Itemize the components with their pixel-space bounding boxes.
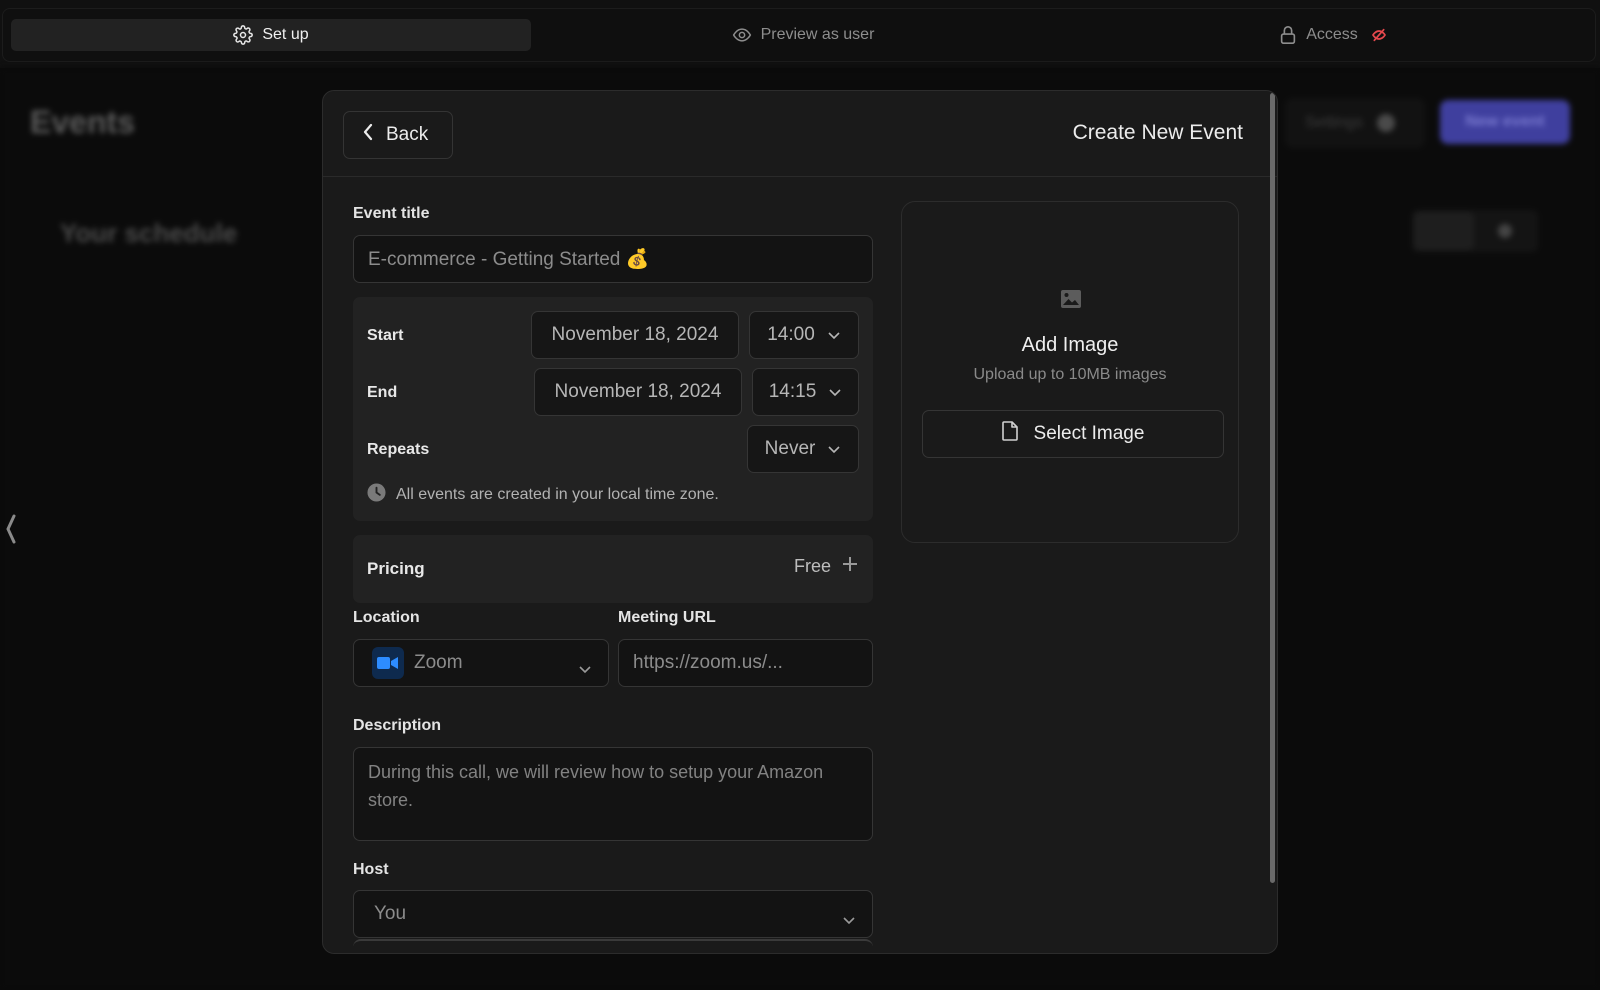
chevron-left-icon: [362, 123, 374, 147]
top-bar: Set up Preview as user Access: [0, 0, 1600, 68]
upload-limit-note: Upload up to 10MB images: [973, 366, 1167, 383]
page-title: Events: [30, 104, 135, 140]
schedule-section: Start November 18, 2024 14:00 End Novemb…: [353, 297, 873, 521]
repeats-value: Never: [764, 438, 816, 459]
next-field-edge: [353, 939, 873, 953]
plus-icon: [841, 555, 859, 578]
add-image-card: Add Image Upload up to 10MB images Selec…: [901, 201, 1239, 543]
view-toggle: [1412, 210, 1538, 252]
eye-icon: [732, 25, 752, 45]
add-image-title: Add Image: [1021, 334, 1119, 356]
modal-title: Create New Event: [1072, 121, 1243, 144]
chevron-down-icon: [828, 381, 842, 403]
event-title-placeholder: E-commerce - Getting Started 💰: [368, 249, 650, 270]
view-toggle-option: [1414, 212, 1474, 250]
start-time-select[interactable]: 14:00: [749, 311, 859, 359]
start-time-value: 14:00: [767, 324, 815, 345]
settings-button: Settings: [1285, 98, 1425, 148]
start-label: Start: [367, 327, 404, 344]
repeats-select[interactable]: Never: [747, 425, 859, 473]
create-event-modal: Back Create New Event Event title E-comm…: [322, 90, 1278, 954]
description-label: Description: [353, 717, 442, 734]
view-toggle-option: [1498, 224, 1512, 238]
lock-icon: [1279, 25, 1297, 45]
top-tab-bar: Set up Preview as user Access: [2, 8, 1596, 62]
modal-scrollbar[interactable]: [1270, 93, 1275, 883]
start-date-value: November 18, 2024: [551, 324, 719, 345]
pricing-section[interactable]: Pricing Free: [353, 535, 873, 603]
tab-preview-as-user[interactable]: Preview as user: [703, 19, 903, 51]
settings-label: Settings: [1305, 114, 1363, 131]
tab-preview-label: Preview as user: [760, 26, 875, 43]
host-label: Host: [353, 861, 389, 878]
tab-setup[interactable]: Set up: [11, 19, 531, 51]
file-icon: [1001, 421, 1018, 447]
new-event-button: New event: [1440, 100, 1570, 144]
description-textarea[interactable]: During this call, we will review how to …: [353, 747, 873, 841]
pricing-label: Pricing: [367, 559, 425, 578]
back-label: Back: [386, 124, 429, 145]
end-date-value: November 18, 2024: [554, 381, 722, 402]
tab-access-label: Access: [1306, 26, 1358, 43]
end-date-picker[interactable]: November 18, 2024: [534, 368, 742, 416]
timezone-note: All events are created in your local tim…: [367, 483, 719, 507]
sidebar-collapse-chevron-icon[interactable]: [4, 512, 18, 551]
gear-icon: [233, 25, 254, 45]
location-label: Location: [353, 609, 420, 626]
host-value: You: [374, 903, 407, 924]
end-time-value: 14:15: [768, 381, 817, 402]
meeting-url-label: Meeting URL: [618, 609, 716, 626]
zoom-logo-icon: [372, 647, 404, 679]
schedule-heading: Your schedule: [60, 218, 238, 248]
select-image-label: Select Image: [1033, 423, 1145, 444]
description-placeholder: During this call, we will review how to …: [368, 762, 824, 810]
modal-header: Back Create New Event: [323, 91, 1277, 177]
location-value: Zoom: [414, 652, 463, 673]
repeats-label: Repeats: [367, 441, 430, 458]
start-date-picker[interactable]: November 18, 2024: [531, 311, 739, 359]
eye-off-icon: [1371, 27, 1387, 43]
meeting-url-placeholder: https://zoom.us/...: [633, 652, 783, 673]
host-select[interactable]: You: [353, 890, 873, 938]
pricing-value: Free: [793, 556, 831, 576]
settings-icon: [1376, 114, 1395, 132]
select-image-button[interactable]: Select Image: [922, 410, 1224, 458]
tab-setup-label: Set up: [262, 26, 309, 43]
chevron-down-icon: [842, 909, 856, 931]
meeting-url-input[interactable]: https://zoom.us/...: [618, 639, 873, 687]
back-button[interactable]: Back: [343, 111, 453, 159]
event-title-input[interactable]: E-commerce - Getting Started 💰: [353, 235, 873, 283]
event-title-label: Event title: [353, 205, 430, 222]
timezone-note-text: All events are created in your local tim…: [396, 486, 719, 503]
location-select[interactable]: Zoom: [353, 639, 609, 687]
tab-access[interactable]: Access: [1263, 19, 1403, 51]
image-icon: [1061, 290, 1081, 313]
chevron-down-icon: [827, 324, 841, 346]
pricing-add-button[interactable]: Free: [794, 555, 859, 578]
clock-icon: [367, 483, 386, 507]
end-label: End: [367, 384, 398, 401]
chevron-down-icon: [827, 438, 841, 460]
end-time-select[interactable]: 14:15: [752, 368, 859, 416]
chevron-down-icon: [578, 658, 592, 680]
